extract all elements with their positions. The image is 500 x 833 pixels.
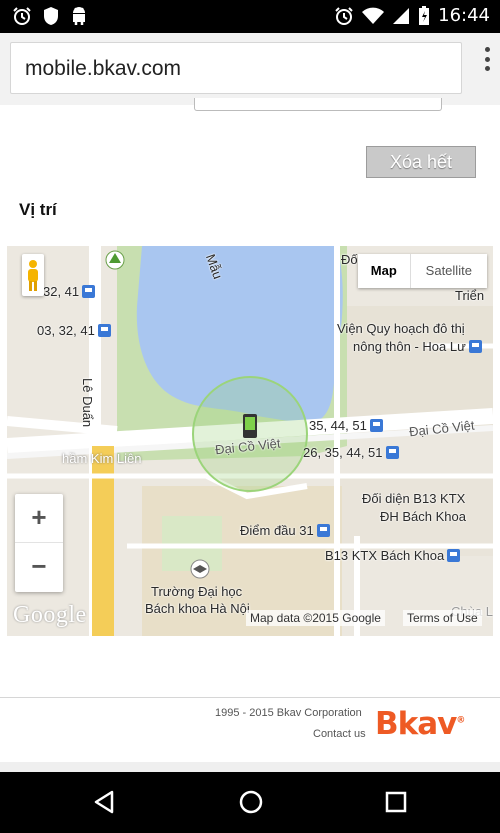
street-view-pegman-icon[interactable] (22, 254, 44, 296)
signal-icon (393, 7, 410, 24)
clock: 16:44 (438, 5, 490, 26)
map-label-bus-stop: 32, 41 (43, 284, 96, 299)
map-label-bus-stop: 26, 35, 44, 51 (303, 445, 399, 460)
map-attribution: Map data ©2015 Google (246, 610, 385, 626)
map[interactable]: Mẫu 32, 41 03, 32, 41 Lê Duẩn hầm Kim Li… (7, 246, 493, 636)
browser-toolbar: mobile.bkav.com (0, 33, 500, 105)
zoom-out-button[interactable]: − (15, 543, 63, 591)
google-logo: Google (13, 602, 87, 628)
zoom-control: + − (15, 494, 63, 592)
back-icon[interactable] (92, 790, 116, 814)
bus-icon (447, 549, 461, 562)
map-label-place: Viện Quy hoạch đô thị (337, 321, 465, 336)
bus-icon (97, 324, 111, 337)
map-label-place: Đố (341, 252, 358, 267)
zoom-in-button[interactable]: + (15, 494, 63, 543)
map-label-bus-stop: Điểm đầu 31 (240, 523, 330, 538)
url-text[interactable]: mobile.bkav.com (25, 57, 181, 81)
footer-divider (0, 697, 500, 698)
page-bottom (0, 762, 500, 772)
shield-icon (44, 7, 58, 25)
clear-all-button[interactable]: Xóa hết (366, 146, 476, 178)
map-type-map-button[interactable]: Map (358, 254, 411, 288)
map-label-place: Trường Đại học (151, 584, 243, 599)
map-label-bus-stop: B13 KTX Bách Khoa (325, 548, 461, 563)
alarm-icon (13, 7, 31, 25)
bus-icon (385, 446, 399, 459)
overflow-menu-icon[interactable] (484, 47, 490, 71)
contact-us-link[interactable]: Contact us (313, 728, 366, 740)
map-label-bus-stop: 03, 32, 41 (37, 323, 111, 338)
copyright-text: 1995 - 2015 Bkav Corporation (215, 707, 362, 719)
map-label-place: Đối diện B13 KTX (362, 491, 466, 506)
navigation-bar (0, 772, 500, 833)
bus-icon (369, 419, 383, 432)
alarm-icon (335, 6, 353, 25)
map-type-control: Map Satellite (358, 254, 487, 288)
status-bar: 16:44 (0, 0, 500, 33)
url-bar[interactable]: mobile.bkav.com (10, 42, 462, 94)
map-label-street: hầm Kim Liên (62, 451, 142, 466)
wifi-icon (362, 7, 385, 24)
map-type-satellite-button[interactable]: Satellite (411, 254, 487, 288)
map-label-place: nông thôn - Hoa Lư (353, 339, 482, 354)
map-label-bus-stop: 35, 44, 51 (309, 418, 383, 433)
recents-icon[interactable] (385, 791, 407, 813)
map-label-place: Triển (455, 288, 485, 303)
android-icon (73, 7, 85, 25)
bus-icon (468, 340, 482, 353)
bus-icon (82, 285, 96, 298)
bkav-logo: Bkav® (375, 706, 465, 742)
map-label-place: Bách khoa Hà Nội (145, 601, 250, 616)
battery-charging-icon (419, 5, 430, 25)
bus-icon (316, 524, 330, 537)
terms-of-use-link[interactable]: Terms of Use (403, 610, 482, 626)
input-field-partial[interactable] (194, 98, 442, 111)
map-label-place: ĐH Bách Khoa (380, 509, 466, 524)
map-label-street: Lê Duẩn (80, 378, 95, 428)
section-title: Vị trí (19, 200, 57, 219)
home-icon[interactable] (238, 789, 264, 815)
